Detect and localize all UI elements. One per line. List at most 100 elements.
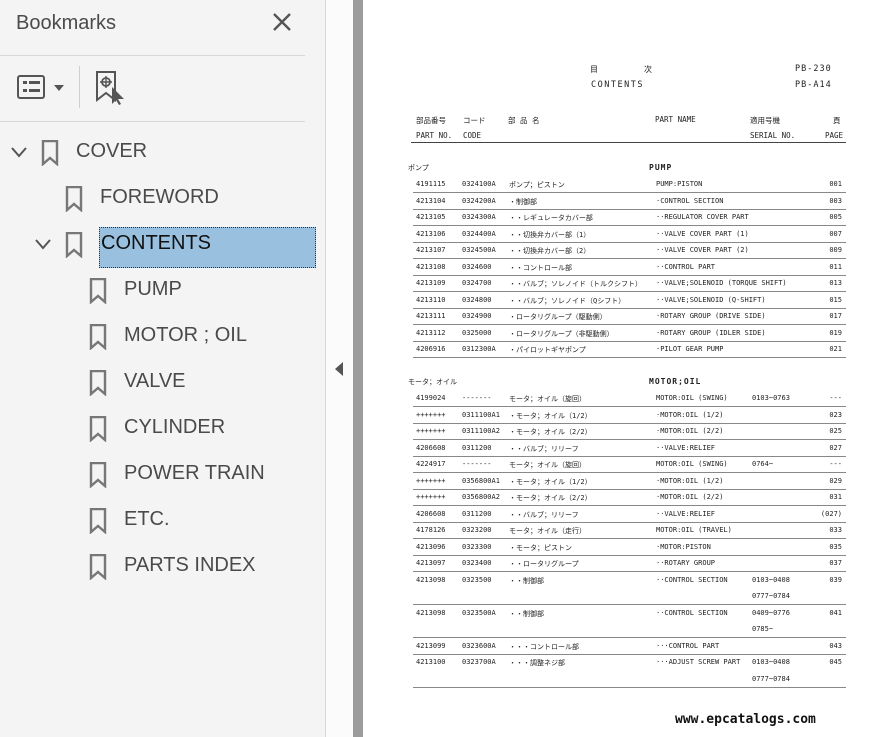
bookmark-label: CONTENTS xyxy=(101,232,211,254)
bookmark-icon xyxy=(89,278,107,304)
cell-page: 013 xyxy=(829,279,842,287)
cell-page: 029 xyxy=(829,476,842,485)
bookmark-options-button[interactable] xyxy=(16,72,68,104)
cell-partno: +++++++ xyxy=(416,493,446,501)
section-heading: PUMP xyxy=(649,163,673,172)
cell-partname: ·MOTOR:OIL (1/2) xyxy=(656,410,724,419)
cell-code: 0323300 xyxy=(462,542,492,551)
bookmark-item-cylinder[interactable]: CYLINDER xyxy=(0,408,320,448)
cell-page: 031 xyxy=(829,493,842,501)
cell-partno: +++++++ xyxy=(416,410,446,419)
cell-code: 0324200A xyxy=(462,196,496,205)
cell-partno: 4206608 xyxy=(416,443,446,452)
bookmark-item-contents[interactable]: CONTENTS xyxy=(0,224,320,264)
cell-partno: 4213104 xyxy=(416,196,446,205)
cell-name-jp: モータ；オイル（走行） xyxy=(509,527,586,535)
cell-code: 0324800 xyxy=(462,295,492,304)
header-rule xyxy=(411,142,846,143)
cell-partname: ·CONTROL SECTION xyxy=(656,196,724,205)
cell-name-jp: ・・ロータリグループ xyxy=(509,560,579,568)
cell-partno: 4206608 xyxy=(416,509,446,518)
col-header-page: PAGE xyxy=(825,131,844,140)
chevron-down-icon[interactable] xyxy=(10,144,28,160)
cell-name-jp: ・ロータリグループ（駆動側） xyxy=(509,313,607,321)
cell-partname: ··CONTROL SECTION xyxy=(656,575,728,584)
cell-code: ------- xyxy=(462,394,492,402)
cell-name-jp: ・・切換弁カバー部（1） xyxy=(509,230,591,239)
row-rule xyxy=(413,324,846,325)
cell-code: 0323200 xyxy=(462,526,492,534)
cell-page: 009 xyxy=(829,246,842,254)
cell-partno: 4191115 xyxy=(416,180,446,188)
cell-partname: MOTOR:OIL (TRAVEL) xyxy=(656,526,732,534)
cell-code: 0311100A1 xyxy=(462,410,500,419)
bookmark-icon xyxy=(89,324,107,350)
bookmark-label: MOTOR ; OIL xyxy=(124,324,247,346)
row-rule xyxy=(413,208,846,210)
cell-partno: 4213111 xyxy=(416,312,446,320)
collapse-panel-icon[interactable] xyxy=(333,361,345,377)
cell-page: (027) xyxy=(820,509,842,518)
row-rule xyxy=(413,472,846,473)
cell-partno: 4199024 xyxy=(416,394,446,402)
cell-partname: MOTOR:OIL (SWING) xyxy=(656,460,728,468)
row-rule xyxy=(413,340,846,342)
bookmark-item-motor-oil[interactable]: MOTOR ; OIL xyxy=(0,316,320,356)
bookmark-item-etc[interactable]: ETC. xyxy=(0,500,320,540)
cell-partname: ··CONTROL PART xyxy=(656,262,716,271)
cell-code: 0311200 xyxy=(462,443,492,452)
row-rule xyxy=(413,241,846,243)
cell-code: 0311100A2 xyxy=(462,427,500,435)
cell-name-jp: ・ロータリグループ（非駆動側） xyxy=(509,329,614,338)
bookmark-icon xyxy=(65,186,83,212)
bookmark-item-pump[interactable]: PUMP xyxy=(0,270,320,310)
cell-code: 0311200 xyxy=(462,509,492,518)
cell-serial: 0103~0408 xyxy=(752,658,790,666)
col-header-code-jp: コード xyxy=(463,116,486,125)
bookmark-item-valve[interactable]: VALVE xyxy=(0,362,320,402)
divider xyxy=(0,121,305,122)
cell-partname: ·MOTOR:PISTON xyxy=(656,542,711,551)
cell-page: 019 xyxy=(829,328,842,337)
row-rule xyxy=(413,422,846,424)
cell-code: 0323500A xyxy=(462,608,496,617)
cell-page: 039 xyxy=(829,575,842,584)
cell-partno: 4213112 xyxy=(416,328,446,337)
cell-partname: ·ROTARY GROUP (DRIVE SIDE) xyxy=(656,312,766,320)
cell-page: 037 xyxy=(829,559,842,567)
bookmark-item-foreword[interactable]: FOREWORD xyxy=(0,178,320,218)
bookmark-label: PARTS INDEX xyxy=(124,554,256,576)
cell-name-jp: ・・コントロール部 xyxy=(509,263,572,272)
cell-serial: 0777~0784 xyxy=(752,592,790,600)
document-page: 目次 CONTENTS PB-230 PB-A14 部品番号 コード 部 品 名… xyxy=(363,0,889,737)
cell-partname: ··VALVE:RELIEF xyxy=(656,443,716,452)
cell-page: --- xyxy=(829,394,842,402)
cell-partname: ··VALVE COVER PART (1) xyxy=(656,229,749,238)
bookmarks-panel: Bookmarks COVER FOREWORD CONTENTS PUMP M… xyxy=(0,0,326,737)
new-bookmark-icon[interactable] xyxy=(94,70,128,106)
cell-partname: ··CONTROL SECTION xyxy=(656,608,728,617)
cell-serial: 0785~ xyxy=(752,625,774,633)
row-rule xyxy=(413,554,846,556)
cell-partno: 4213096 xyxy=(416,542,446,551)
close-icon[interactable] xyxy=(270,10,294,34)
row-rule xyxy=(413,604,846,605)
cell-page: 023 xyxy=(829,410,842,419)
cell-serial: 0103~0408 xyxy=(752,575,790,584)
cell-page: 001 xyxy=(829,180,842,188)
cell-partname: MOTOR:OIL (SWING) xyxy=(656,394,728,402)
cell-name-jp: ・パイロットギヤポンプ xyxy=(509,346,586,354)
cell-name-jp: ・・・調整ネジ部 xyxy=(509,659,565,667)
panel-title: Bookmarks xyxy=(16,12,117,34)
cell-partname: ··ROTARY GROUP xyxy=(656,559,716,567)
bookmark-item-cover[interactable]: COVER xyxy=(0,132,320,172)
cell-page: 005 xyxy=(829,213,842,221)
col-header-name-jp: 部 品 名 xyxy=(508,116,540,125)
chevron-down-icon[interactable] xyxy=(34,236,52,252)
cell-code: 0356800A2 xyxy=(462,493,500,501)
bookmark-item-parts-index[interactable]: PARTS INDEX xyxy=(0,546,320,586)
bookmark-item-power-train[interactable]: POWER TRAIN xyxy=(0,454,320,494)
cell-name-jp: モータ；オイル（旋回） xyxy=(509,461,586,469)
toolbar-divider xyxy=(79,66,80,108)
cell-page: 011 xyxy=(829,262,842,271)
